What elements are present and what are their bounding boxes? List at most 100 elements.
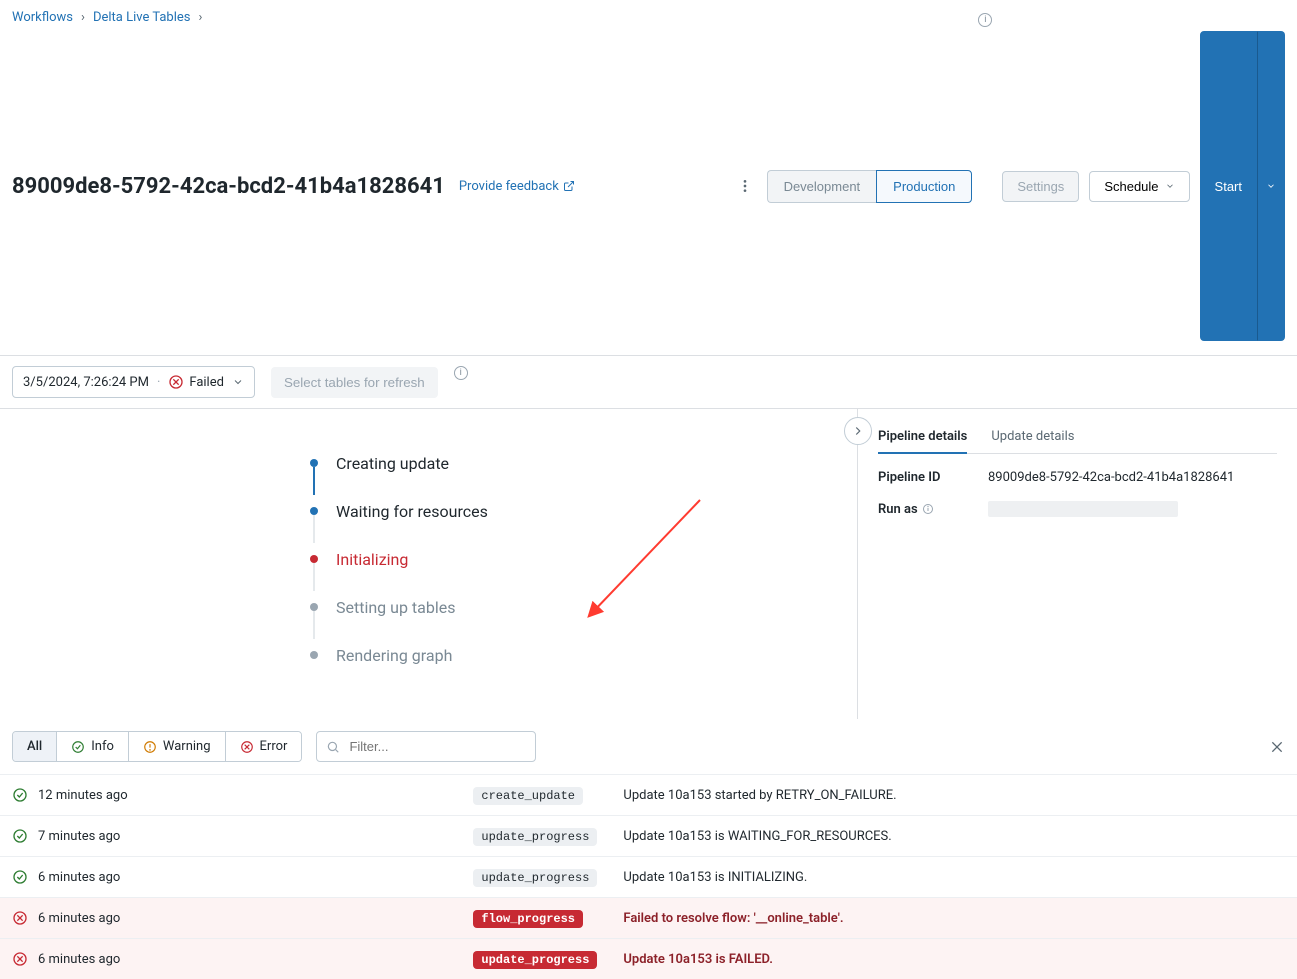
chevron-down-icon [1165, 181, 1175, 191]
kebab-icon [737, 178, 753, 194]
close-icon [1269, 739, 1285, 755]
log-tag-cell: create_update [461, 775, 611, 816]
log-tag: flow_progress [473, 910, 583, 928]
run-as-row: Run as [878, 501, 1277, 517]
details-tabs: Pipeline details Update details [878, 421, 1277, 454]
log-row[interactable]: 6 minutes ago update_progress Update 10a15… [0, 939, 1297, 979]
step-dot-icon [310, 651, 318, 659]
log-tab-warning[interactable]: Warning [129, 732, 226, 761]
info-icon[interactable]: i [454, 366, 468, 380]
step-rendering-graph: Rendering graph [310, 631, 817, 679]
log-tab-error[interactable]: Error [226, 732, 302, 761]
log-tag-cell: update_progress [461, 816, 611, 857]
log-message: Update 10a153 started by RETRY_ON_FAILUR… [611, 775, 1297, 816]
chevron-down-icon [232, 376, 244, 388]
collapse-panel-button[interactable] [844, 417, 872, 445]
log-row[interactable]: 12 minutes ago create_update Update 10a153… [0, 775, 1297, 816]
run-time: 3/5/2024, 7:26:24 PM [23, 375, 149, 390]
log-tab-info[interactable]: Info [57, 732, 129, 761]
check-circle-icon [12, 869, 28, 885]
log-row[interactable]: 6 minutes ago update_progress Update 10a15… [0, 857, 1297, 898]
settings-button[interactable]: Settings [1002, 171, 1079, 202]
pipeline-id-label: Pipeline ID [878, 470, 988, 485]
feedback-link[interactable]: Provide feedback [459, 179, 575, 194]
log-tag: update_progress [473, 951, 597, 969]
run-as-value [988, 501, 1178, 517]
log-filter-tabs: All Info Warning Error [12, 731, 302, 762]
check-circle-icon [71, 740, 85, 754]
step-setting-up-tables: Setting up tables [310, 583, 817, 631]
select-tables-refresh-button[interactable]: Select tables for refresh [271, 367, 438, 398]
start-button[interactable]: Start [1200, 31, 1257, 341]
step-dot-icon [310, 603, 318, 611]
tab-update-details[interactable]: Update details [991, 421, 1074, 453]
log-time: 6 minutes ago [38, 952, 120, 967]
log-table: 12 minutes ago create_update Update 10a153… [0, 774, 1297, 979]
step-dot-icon [310, 507, 318, 515]
log-message: Failed to resolve flow: '__online_table'… [611, 898, 1297, 939]
log-time-cell: 7 minutes ago [0, 816, 200, 856]
main-area: Creating update Waiting for resources In… [0, 409, 1297, 719]
page-header: Workflows › Delta Live Tables › 89009de8… [0, 0, 1297, 356]
kebab-menu-button[interactable] [733, 174, 757, 198]
pipeline-graph-area: Creating update Waiting for resources In… [0, 409, 857, 719]
production-button[interactable]: Production [876, 170, 972, 203]
log-time-cell: 6 minutes ago [0, 898, 200, 938]
log-time: 7 minutes ago [38, 829, 120, 844]
search-icon [326, 740, 340, 754]
log-time-cell: 6 minutes ago [0, 939, 200, 979]
log-tag-cell: update_progress [461, 857, 611, 898]
start-dropdown-button[interactable] [1257, 31, 1285, 341]
log-time: 6 minutes ago [38, 870, 120, 885]
breadcrumb-workflows[interactable]: Workflows [12, 10, 73, 25]
breadcrumb-sep: › [199, 10, 203, 25]
log-filter-input[interactable] [316, 731, 536, 762]
log-row[interactable]: 6 minutes ago flow_progress Failed to reso… [0, 898, 1297, 939]
log-tag: update_progress [473, 828, 597, 846]
step-dot-icon [310, 555, 318, 563]
schedule-button[interactable]: Schedule [1089, 171, 1189, 202]
mode-toggle: Development Production [767, 170, 973, 203]
log-message: Update 10a153 is INITIALIZING. [611, 857, 1297, 898]
step-initializing: Initializing [310, 535, 817, 583]
page-title: 89009de8-5792-42ca-bcd2-41b4a1828641 [12, 174, 445, 199]
info-icon [922, 503, 934, 515]
log-time: 6 minutes ago [38, 911, 120, 926]
breadcrumb: Workflows › Delta Live Tables › [12, 10, 1285, 25]
log-tag: update_progress [473, 869, 597, 887]
log-tag-cell: update_progress [461, 939, 611, 979]
log-tag-cell: flow_progress [461, 898, 611, 939]
pipeline-id-row: Pipeline ID 89009de8-5792-42ca-bcd2-41b4… [878, 470, 1277, 485]
step-dot-icon [310, 459, 318, 467]
log-row[interactable]: 7 minutes agoupdate_progressUpdate 10a15… [0, 816, 1297, 857]
close-button[interactable] [1269, 739, 1285, 755]
error-circle-icon [12, 910, 28, 926]
start-split-button: Start [1200, 31, 1285, 341]
pipeline-id-value: 89009de8-5792-42ca-bcd2-41b4a1828641 [988, 470, 1234, 485]
run-as-label: Run as [878, 501, 988, 517]
error-circle-icon [168, 374, 184, 390]
step-waiting-for-resources: Waiting for resources [310, 487, 817, 535]
log-tab-all[interactable]: All [13, 732, 57, 761]
log-time-cell: 6 minutes ago [0, 857, 200, 897]
log-time: 12 minutes ago [38, 788, 128, 803]
error-circle-icon [12, 951, 28, 967]
separator: · [157, 375, 160, 390]
error-circle-icon [240, 740, 254, 754]
log-time-cell: 12 minutes ago [0, 775, 200, 815]
run-toolbar: 3/5/2024, 7:26:24 PM · Failed Select tab… [0, 356, 1297, 409]
chevron-down-icon [1266, 181, 1276, 191]
breadcrumb-dlt[interactable]: Delta Live Tables [93, 10, 191, 25]
development-button[interactable]: Development [767, 170, 877, 203]
pipeline-steps: Creating update Waiting for resources In… [310, 439, 817, 679]
run-status: Failed [168, 374, 224, 390]
redacted-value [988, 501, 1178, 517]
warning-circle-icon [143, 740, 157, 754]
tab-pipeline-details[interactable]: Pipeline details [878, 421, 967, 454]
log-tag: create_update [473, 787, 583, 805]
log-message: Update 10a153 is FAILED. [611, 939, 1297, 979]
breadcrumb-sep: › [81, 10, 85, 25]
log-section: All Info Warning Error 12 minutes [0, 719, 1297, 979]
details-panel: Pipeline details Update details Pipeline… [857, 409, 1297, 719]
run-selector[interactable]: 3/5/2024, 7:26:24 PM · Failed [12, 366, 255, 398]
